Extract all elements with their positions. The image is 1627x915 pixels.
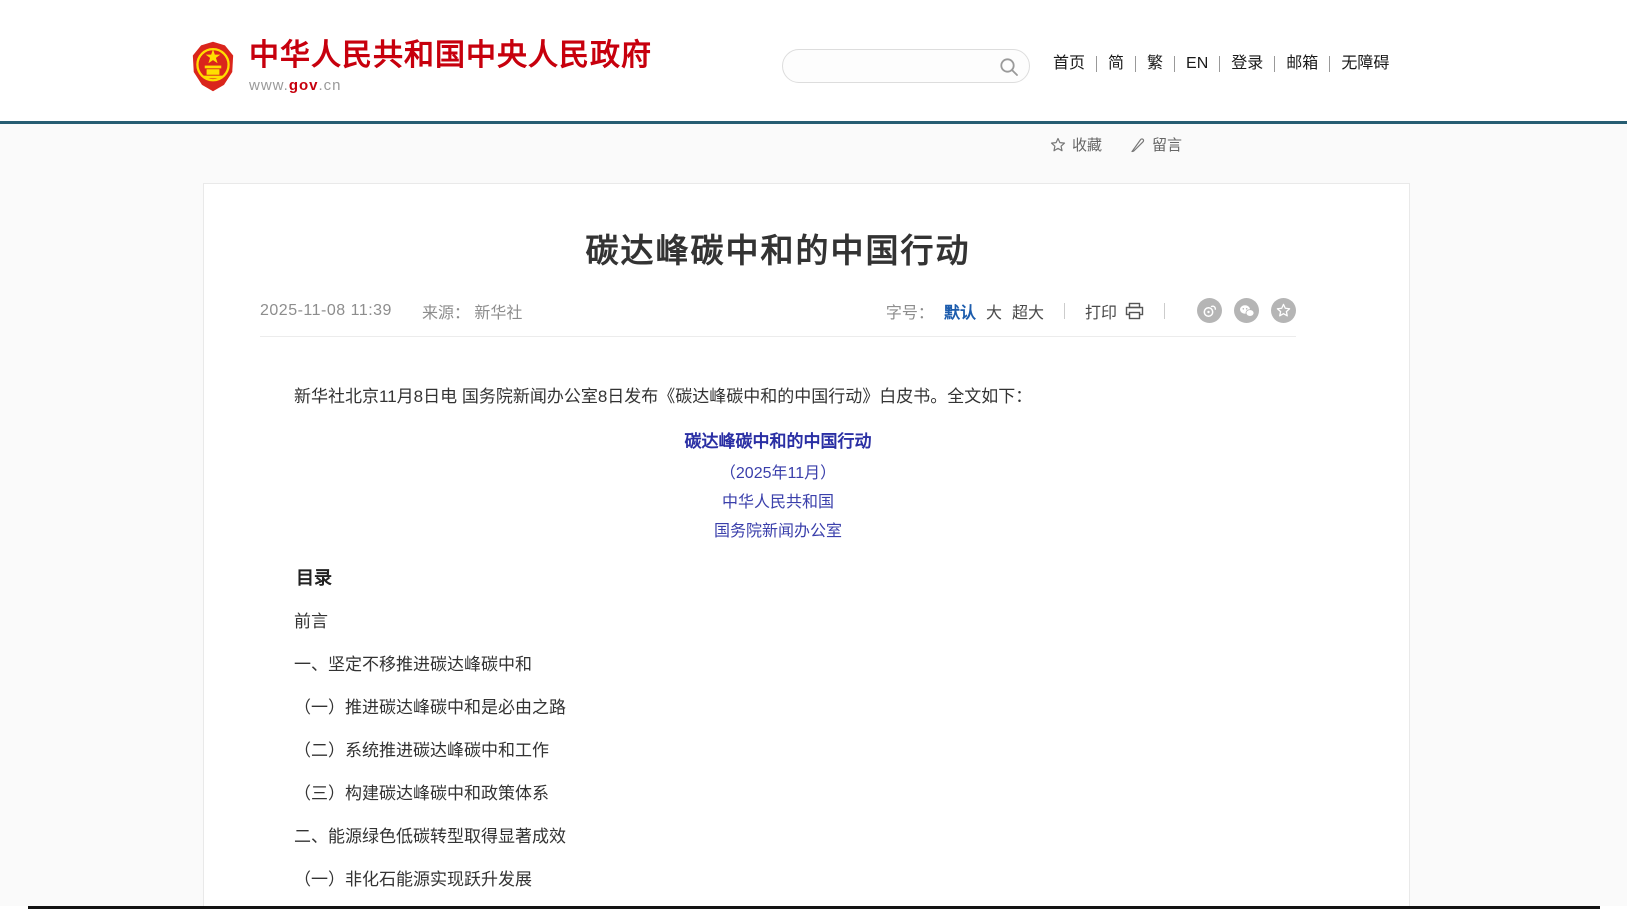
print-label: 打印 — [1085, 299, 1117, 323]
toc-item: 二、能源绿色低碳转型取得显著成效 — [260, 823, 1296, 850]
site-url: www.gov.cn — [249, 77, 652, 94]
article-meta-left: 2025-11-08 11:39 来源： 新华社 — [260, 299, 522, 323]
site-name: 中华人民共和国中央人民政府 — [249, 39, 652, 73]
wechat-share-icon[interactable] — [1234, 298, 1259, 323]
doc-title: 碳达峰碳中和的中国行动 — [260, 428, 1296, 455]
article-toolbar: 字号： 默认 大 超大 打印 — [886, 298, 1296, 323]
doc-date: （2025年11月） — [260, 460, 1296, 487]
toolbar-separator — [1164, 303, 1165, 319]
source: 来源： 新华社 — [422, 299, 522, 323]
star-icon — [1050, 137, 1066, 153]
toc-item: （二）系统推进碳达峰碳中和工作 — [260, 737, 1296, 764]
search-input[interactable] — [799, 51, 989, 81]
site-url-prefix: www. — [249, 77, 289, 94]
source-value: 新华社 — [474, 305, 522, 322]
page-actions: 收藏 留言 — [1050, 134, 1210, 155]
font-size-xlarge-button[interactable]: 超大 — [1012, 299, 1044, 323]
site-url-gov: gov — [289, 77, 319, 94]
search-box — [782, 49, 1030, 83]
font-size-large-button[interactable]: 大 — [986, 299, 1002, 323]
top-nav: 首页 简 繁 EN 登录 邮箱 无障碍 — [1042, 56, 1400, 72]
search-icon[interactable] — [999, 57, 1019, 77]
nav-accessibility[interactable]: 无障碍 — [1330, 56, 1400, 72]
source-label: 来源： — [422, 305, 470, 322]
comment-label: 留言 — [1152, 134, 1182, 155]
article-title: 碳达峰碳中和的中国行动 — [260, 224, 1296, 272]
comment-button[interactable]: 留言 — [1130, 134, 1182, 155]
doc-org-line: 中华人民共和国 — [260, 487, 1296, 516]
toc-item: （一）推进碳达峰碳中和是必由之路 — [260, 694, 1296, 721]
favorite-label: 收藏 — [1072, 134, 1102, 155]
publish-datetime: 2025-11-08 11:39 — [260, 302, 392, 320]
meta-divider — [260, 336, 1296, 337]
site-url-suffix: .cn — [319, 77, 342, 94]
article-card: 碳达峰碳中和的中国行动 2025-11-08 11:39 来源： 新华社 字号：… — [203, 183, 1410, 906]
viewport-bottom-edge — [28, 906, 1600, 909]
favorite-button[interactable]: 收藏 — [1050, 134, 1102, 155]
intro-paragraph: 新华社北京11月8日电 国务院新闻办公室8日发布《碳达峰碳中和的中国行动》白皮书… — [260, 383, 1296, 410]
page: 中华人民共和国中央人民政府 www.gov.cn 首页 简 繁 EN 登录 邮箱… — [0, 0, 1627, 915]
weibo-share-icon[interactable] — [1197, 298, 1222, 323]
printer-icon — [1125, 302, 1144, 320]
site-header: 中华人民共和国中央人民政府 www.gov.cn 首页 简 繁 EN 登录 邮箱… — [0, 0, 1627, 121]
nav-english[interactable]: EN — [1175, 56, 1220, 72]
pencil-icon — [1130, 137, 1146, 153]
nav-traditional[interactable]: 繁 — [1136, 56, 1175, 72]
toc-item: （一）非化石能源实现跃升发展 — [260, 866, 1296, 893]
share-group — [1185, 298, 1296, 323]
font-size-default-button[interactable]: 默认 — [944, 299, 976, 323]
toc-heading: 目录 — [260, 565, 1296, 592]
doc-org-line: 国务院新闻办公室 — [260, 516, 1296, 545]
favorite-share-icon[interactable] — [1271, 298, 1296, 323]
font-size-label: 字号： — [886, 299, 934, 323]
print-button[interactable]: 打印 — [1085, 299, 1144, 323]
article-body: 新华社北京11月8日电 国务院新闻办公室8日发布《碳达峰碳中和的中国行动》白皮书… — [260, 383, 1296, 893]
nav-home[interactable]: 首页 — [1042, 56, 1097, 72]
toolbar-separator — [1064, 303, 1065, 319]
toc-item: 前言 — [260, 608, 1296, 635]
toc-item: 一、坚定不移推进碳达峰碳中和 — [260, 651, 1296, 678]
nav-login[interactable]: 登录 — [1220, 56, 1275, 72]
site-title-block: 中华人民共和国中央人民政府 www.gov.cn — [249, 39, 652, 94]
nav-mail[interactable]: 邮箱 — [1275, 56, 1330, 72]
toc-item: （三）构建碳达峰碳中和政策体系 — [260, 780, 1296, 807]
article-meta-row: 2025-11-08 11:39 来源： 新华社 字号： 默认 大 超大 打印 — [260, 298, 1296, 323]
national-emblem-icon — [191, 40, 235, 93]
nav-simplified[interactable]: 简 — [1097, 56, 1136, 72]
main-area: 收藏 留言 碳达峰碳中和的中国行动 2025-11-08 11:39 来源： 新… — [0, 124, 1627, 906]
site-logo-link[interactable]: 中华人民共和国中央人民政府 www.gov.cn — [191, 39, 652, 94]
